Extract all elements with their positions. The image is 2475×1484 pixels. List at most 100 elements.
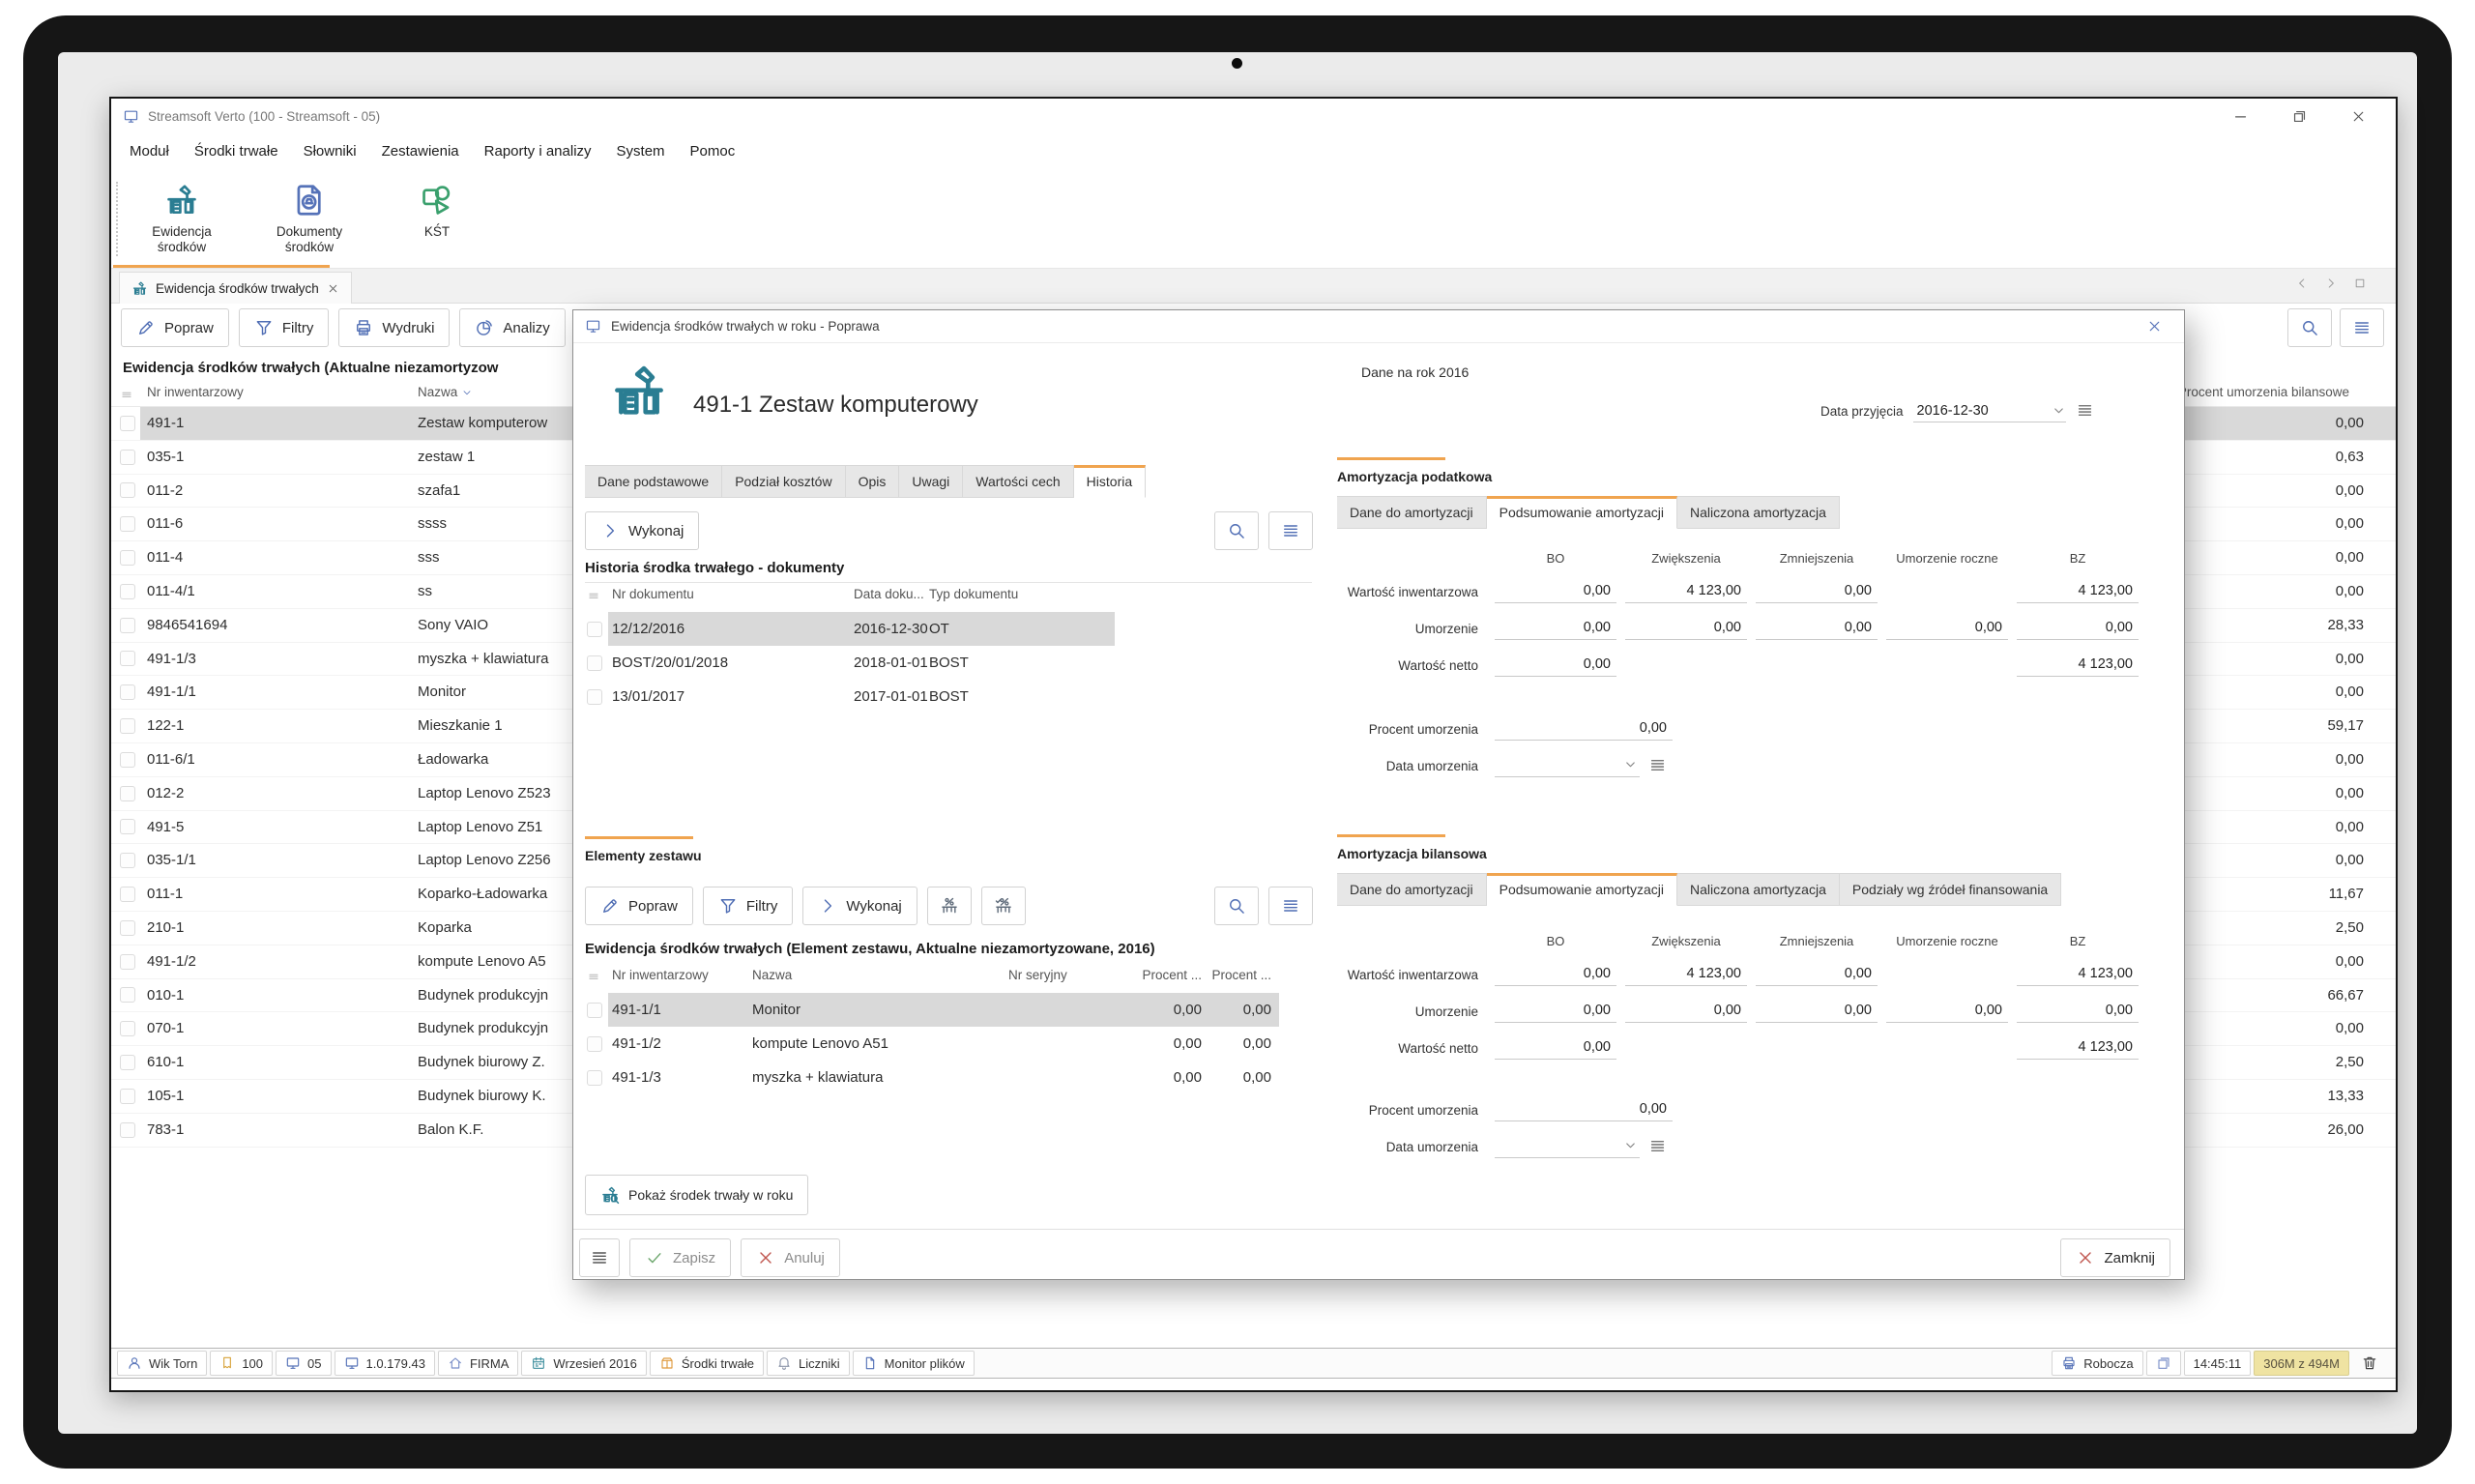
status-user[interactable]: Wik Torn	[117, 1351, 207, 1376]
column-procent-2[interactable]: Procent ...	[1194, 968, 1271, 982]
amortyzacja-tab[interactable]: Dane do amortyzacji	[1337, 873, 1487, 906]
popraw-button[interactable]: Popraw	[121, 308, 229, 347]
status-firm[interactable]: FIRMA	[438, 1351, 518, 1376]
column-procent-1[interactable]: Procent ...	[1124, 968, 1202, 982]
field-zwiekszenia[interactable]: 4 123,00	[1625, 961, 1747, 986]
row-checkbox[interactable]	[120, 416, 135, 431]
status-memory[interactable]: 306M z 494M	[2254, 1351, 2349, 1376]
amortyzacja-tab[interactable]: Podziały wg źródeł finansowania	[1840, 873, 2061, 906]
field-menu-icon[interactable]	[1648, 1137, 1667, 1155]
row-checkbox[interactable]	[120, 1021, 135, 1036]
elementy-popraw-button[interactable]: Popraw	[585, 887, 693, 925]
row-checkbox[interactable]	[120, 618, 135, 633]
minimize-icon[interactable]	[2232, 108, 2249, 125]
row-checkbox[interactable]	[120, 1089, 135, 1104]
dialog-tab[interactable]: Podział kosztów	[722, 465, 845, 498]
column-data-dokumentu[interactable]: Data doku...	[854, 587, 924, 601]
field-bz[interactable]: 4 123,00	[2017, 1034, 2139, 1060]
column-nr-inwentarzowy[interactable]: Nr inwentarzowy	[147, 385, 244, 399]
row-checkbox[interactable]	[120, 684, 135, 700]
column-nazwa[interactable]: Nazwa	[752, 968, 792, 982]
elementy-filtry-button[interactable]: Filtry	[703, 887, 794, 925]
field-umorzenie-roczne[interactable]: 0,00	[1886, 998, 2008, 1023]
field-menu-icon[interactable]	[1648, 756, 1667, 774]
field-bo[interactable]: 0,00	[1495, 961, 1616, 986]
row-checkbox[interactable]	[587, 1036, 602, 1052]
status-liczniki[interactable]: Liczniki	[767, 1351, 850, 1376]
field-procent-umorzenia[interactable]: 0,00	[1495, 1096, 1673, 1121]
row-checkbox[interactable]	[120, 1122, 135, 1138]
column-procent-umorzenia[interactable]: Procent umorzenia bilansowe	[2178, 385, 2349, 399]
chevron-down-icon[interactable]	[1623, 1138, 1638, 1152]
dialog-menu-button[interactable]	[579, 1238, 620, 1277]
menu-item[interactable]: Środki trwałe	[182, 133, 291, 170]
anuluj-button[interactable]: Anuluj	[741, 1238, 840, 1277]
amortyzacja-tab[interactable]: Podsumowanie amortyzacji	[1487, 496, 1677, 529]
grip-icon[interactable]	[120, 388, 133, 401]
status-version[interactable]: 1.0.179.43	[335, 1351, 435, 1376]
tab-ewidencja-srodkow-trwalych[interactable]: Ewidencja środków trwałych	[119, 272, 352, 304]
wykonaj-button[interactable]: Wykonaj	[585, 511, 699, 550]
row-checkbox[interactable]	[120, 786, 135, 801]
field-bz[interactable]: 4 123,00	[2017, 961, 2139, 986]
ribbon-button-dokumenty-srodkow[interactable]: Dokumentyśrodków	[252, 176, 366, 263]
field-zwiekszenia[interactable]: 4 123,00	[1625, 578, 1747, 603]
elementy-menu-button[interactable]	[1268, 887, 1313, 925]
tab-close-icon[interactable]	[327, 282, 339, 295]
field-zmniejszenia[interactable]: 0,00	[1756, 961, 1878, 986]
history-row[interactable]: 13/01/2017 2017-01-01 BOST	[585, 680, 1312, 713]
chevron-down-icon[interactable]	[1623, 757, 1638, 771]
column-nr-inwentarzowy[interactable]: Nr inwentarzowy	[612, 968, 709, 982]
field-zmniejszenia[interactable]: 0,00	[1756, 998, 1878, 1023]
menu-item[interactable]: Słowniki	[291, 133, 369, 170]
chevron-down-icon[interactable]	[2052, 403, 2066, 418]
field-bo[interactable]: 0,00	[1495, 615, 1616, 640]
status-monitor-plikow[interactable]: Monitor plików	[853, 1351, 975, 1376]
row-checkbox[interactable]	[120, 752, 135, 768]
tab-scroll-left-icon[interactable]	[2295, 276, 2309, 290]
search-button[interactable]	[2287, 308, 2332, 347]
row-checkbox[interactable]	[120, 450, 135, 465]
row-checkbox[interactable]	[120, 550, 135, 566]
field-data-umorzenia[interactable]	[1495, 752, 1640, 777]
history-menu-button[interactable]	[1268, 511, 1313, 550]
history-search-button[interactable]	[1214, 511, 1259, 550]
amortyzacja-tab[interactable]: Podsumowanie amortyzacji	[1487, 873, 1677, 906]
dialog-tab[interactable]: Historia	[1074, 465, 1146, 498]
row-checkbox[interactable]	[587, 622, 602, 637]
row-checkbox[interactable]	[120, 516, 135, 532]
dialog-tab[interactable]: Opis	[846, 465, 900, 498]
row-checkbox[interactable]	[120, 987, 135, 1003]
row-checkbox[interactable]	[120, 819, 135, 834]
status-period[interactable]: Wrzesień 2016	[521, 1351, 646, 1376]
field-bo[interactable]: 0,00	[1495, 1034, 1616, 1060]
row-checkbox[interactable]	[587, 1003, 602, 1018]
column-nr-dokumentu[interactable]: Nr dokumentu	[612, 587, 694, 601]
data-przyjecia-field[interactable]: 2016-12-30	[1913, 403, 2066, 422]
amortyzacja-tab[interactable]: Naliczona amortyzacja	[1677, 496, 1840, 529]
field-zwiekszenia[interactable]: 0,00	[1625, 615, 1747, 640]
zamknij-button[interactable]: Zamknij	[2060, 1238, 2170, 1277]
menu-item[interactable]: Moduł	[117, 133, 182, 170]
status-module[interactable]: Środki trwałe	[650, 1351, 764, 1376]
pokaz-srodek-button[interactable]: Pokaż środek trwały w roku	[585, 1175, 808, 1215]
row-checkbox[interactable]	[120, 1055, 135, 1070]
elementy-search-button[interactable]	[1214, 887, 1259, 925]
row-checkbox[interactable]	[120, 584, 135, 599]
filtry-button[interactable]: Filtry	[239, 308, 330, 347]
grip-icon[interactable]	[587, 970, 600, 983]
dialog-tab[interactable]: Uwagi	[899, 465, 963, 498]
field-menu-icon[interactable]	[2076, 401, 2094, 420]
dialog-tab[interactable]: Wartości cech	[963, 465, 1073, 498]
status-printer[interactable]: Robocza	[2052, 1351, 2142, 1376]
analizy-button[interactable]: Analizy	[459, 308, 565, 347]
status-company-id[interactable]: 100	[210, 1351, 273, 1376]
menu-item[interactable]: Zestawienia	[369, 133, 472, 170]
amortyzacja-tab[interactable]: Dane do amortyzacji	[1337, 496, 1487, 529]
status-pages[interactable]	[2146, 1351, 2181, 1376]
row-checkbox[interactable]	[120, 920, 135, 936]
history-row[interactable]: BOST/20/01/2018 2018-01-01 BOST	[585, 646, 1312, 680]
field-bo[interactable]: 0,00	[1495, 652, 1616, 677]
status-station[interactable]: 05	[276, 1351, 331, 1376]
row-checkbox[interactable]	[587, 689, 602, 705]
